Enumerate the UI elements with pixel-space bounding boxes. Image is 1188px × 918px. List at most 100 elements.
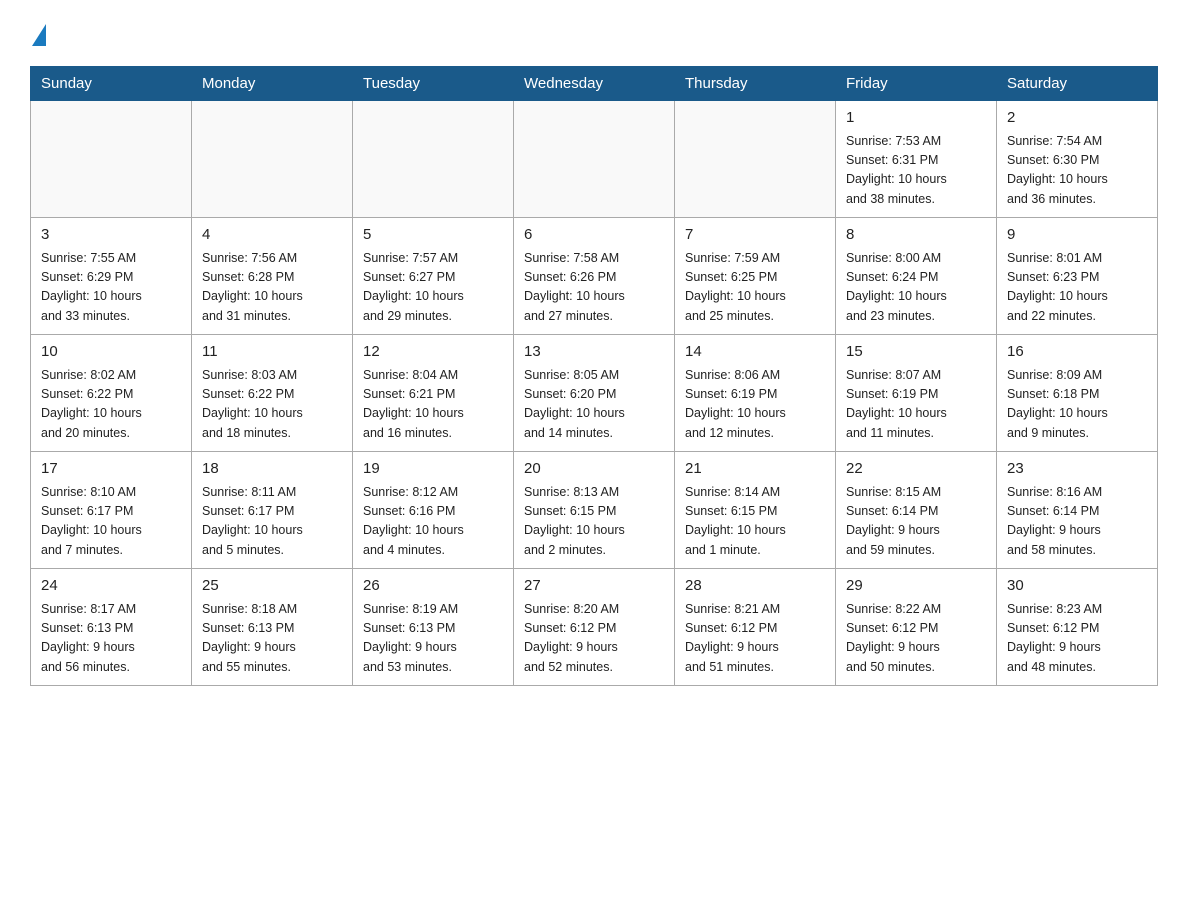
day-info: Sunrise: 7:56 AM Sunset: 6:28 PM Dayligh… [202, 249, 342, 327]
weekday-header-saturday: Saturday [997, 67, 1158, 101]
day-info: Sunrise: 7:57 AM Sunset: 6:27 PM Dayligh… [363, 249, 503, 327]
day-info: Sunrise: 8:18 AM Sunset: 6:13 PM Dayligh… [202, 600, 342, 678]
calendar-week-row: 10Sunrise: 8:02 AM Sunset: 6:22 PM Dayli… [31, 335, 1158, 452]
day-number: 14 [685, 341, 825, 364]
calendar-cell: 11Sunrise: 8:03 AM Sunset: 6:22 PM Dayli… [192, 335, 353, 452]
day-number: 7 [685, 224, 825, 247]
day-number: 25 [202, 575, 342, 598]
calendar-cell: 24Sunrise: 8:17 AM Sunset: 6:13 PM Dayli… [31, 569, 192, 686]
day-info: Sunrise: 7:58 AM Sunset: 6:26 PM Dayligh… [524, 249, 664, 327]
day-number: 21 [685, 458, 825, 481]
day-info: Sunrise: 8:06 AM Sunset: 6:19 PM Dayligh… [685, 366, 825, 444]
calendar-week-row: 1Sunrise: 7:53 AM Sunset: 6:31 PM Daylig… [31, 101, 1158, 218]
day-number: 2 [1007, 107, 1147, 130]
day-number: 8 [846, 224, 986, 247]
calendar-cell: 19Sunrise: 8:12 AM Sunset: 6:16 PM Dayli… [353, 452, 514, 569]
day-number: 6 [524, 224, 664, 247]
day-number: 29 [846, 575, 986, 598]
day-info: Sunrise: 8:09 AM Sunset: 6:18 PM Dayligh… [1007, 366, 1147, 444]
page-header [30, 20, 1158, 46]
calendar-cell: 26Sunrise: 8:19 AM Sunset: 6:13 PM Dayli… [353, 569, 514, 686]
calendar-cell: 9Sunrise: 8:01 AM Sunset: 6:23 PM Daylig… [997, 218, 1158, 335]
day-number: 30 [1007, 575, 1147, 598]
calendar-header-row: SundayMondayTuesdayWednesdayThursdayFrid… [31, 67, 1158, 101]
day-number: 23 [1007, 458, 1147, 481]
calendar-cell: 29Sunrise: 8:22 AM Sunset: 6:12 PM Dayli… [836, 569, 997, 686]
calendar-cell [31, 101, 192, 218]
weekday-header-sunday: Sunday [31, 67, 192, 101]
day-number: 27 [524, 575, 664, 598]
weekday-header-wednesday: Wednesday [514, 67, 675, 101]
day-info: Sunrise: 8:17 AM Sunset: 6:13 PM Dayligh… [41, 600, 181, 678]
calendar-cell: 7Sunrise: 7:59 AM Sunset: 6:25 PM Daylig… [675, 218, 836, 335]
day-number: 1 [846, 107, 986, 130]
calendar-cell: 2Sunrise: 7:54 AM Sunset: 6:30 PM Daylig… [997, 101, 1158, 218]
calendar-cell: 1Sunrise: 7:53 AM Sunset: 6:31 PM Daylig… [836, 101, 997, 218]
day-number: 5 [363, 224, 503, 247]
logo-triangle-icon [32, 24, 46, 46]
day-info: Sunrise: 8:00 AM Sunset: 6:24 PM Dayligh… [846, 249, 986, 327]
day-number: 11 [202, 341, 342, 364]
day-info: Sunrise: 8:14 AM Sunset: 6:15 PM Dayligh… [685, 483, 825, 561]
day-info: Sunrise: 8:16 AM Sunset: 6:14 PM Dayligh… [1007, 483, 1147, 561]
day-info: Sunrise: 7:54 AM Sunset: 6:30 PM Dayligh… [1007, 132, 1147, 210]
day-info: Sunrise: 8:01 AM Sunset: 6:23 PM Dayligh… [1007, 249, 1147, 327]
day-number: 9 [1007, 224, 1147, 247]
calendar-cell: 8Sunrise: 8:00 AM Sunset: 6:24 PM Daylig… [836, 218, 997, 335]
day-number: 17 [41, 458, 181, 481]
day-info: Sunrise: 7:55 AM Sunset: 6:29 PM Dayligh… [41, 249, 181, 327]
calendar-cell [192, 101, 353, 218]
calendar-cell: 20Sunrise: 8:13 AM Sunset: 6:15 PM Dayli… [514, 452, 675, 569]
calendar-cell: 15Sunrise: 8:07 AM Sunset: 6:19 PM Dayli… [836, 335, 997, 452]
day-info: Sunrise: 8:22 AM Sunset: 6:12 PM Dayligh… [846, 600, 986, 678]
day-info: Sunrise: 8:19 AM Sunset: 6:13 PM Dayligh… [363, 600, 503, 678]
calendar-cell: 6Sunrise: 7:58 AM Sunset: 6:26 PM Daylig… [514, 218, 675, 335]
calendar-cell: 17Sunrise: 8:10 AM Sunset: 6:17 PM Dayli… [31, 452, 192, 569]
day-number: 24 [41, 575, 181, 598]
day-info: Sunrise: 8:05 AM Sunset: 6:20 PM Dayligh… [524, 366, 664, 444]
day-info: Sunrise: 8:10 AM Sunset: 6:17 PM Dayligh… [41, 483, 181, 561]
calendar-cell: 22Sunrise: 8:15 AM Sunset: 6:14 PM Dayli… [836, 452, 997, 569]
calendar-cell: 23Sunrise: 8:16 AM Sunset: 6:14 PM Dayli… [997, 452, 1158, 569]
calendar-table: SundayMondayTuesdayWednesdayThursdayFrid… [30, 66, 1158, 686]
calendar-cell: 5Sunrise: 7:57 AM Sunset: 6:27 PM Daylig… [353, 218, 514, 335]
calendar-cell: 3Sunrise: 7:55 AM Sunset: 6:29 PM Daylig… [31, 218, 192, 335]
day-number: 20 [524, 458, 664, 481]
calendar-cell: 4Sunrise: 7:56 AM Sunset: 6:28 PM Daylig… [192, 218, 353, 335]
day-info: Sunrise: 7:53 AM Sunset: 6:31 PM Dayligh… [846, 132, 986, 210]
weekday-header-tuesday: Tuesday [353, 67, 514, 101]
day-info: Sunrise: 8:11 AM Sunset: 6:17 PM Dayligh… [202, 483, 342, 561]
day-number: 18 [202, 458, 342, 481]
day-number: 28 [685, 575, 825, 598]
day-number: 15 [846, 341, 986, 364]
day-info: Sunrise: 8:12 AM Sunset: 6:16 PM Dayligh… [363, 483, 503, 561]
day-info: Sunrise: 8:02 AM Sunset: 6:22 PM Dayligh… [41, 366, 181, 444]
day-number: 4 [202, 224, 342, 247]
calendar-week-row: 3Sunrise: 7:55 AM Sunset: 6:29 PM Daylig… [31, 218, 1158, 335]
calendar-cell [675, 101, 836, 218]
day-number: 26 [363, 575, 503, 598]
day-number: 12 [363, 341, 503, 364]
calendar-cell: 18Sunrise: 8:11 AM Sunset: 6:17 PM Dayli… [192, 452, 353, 569]
day-info: Sunrise: 8:15 AM Sunset: 6:14 PM Dayligh… [846, 483, 986, 561]
day-number: 19 [363, 458, 503, 481]
calendar-cell: 16Sunrise: 8:09 AM Sunset: 6:18 PM Dayli… [997, 335, 1158, 452]
calendar-cell [514, 101, 675, 218]
day-info: Sunrise: 8:23 AM Sunset: 6:12 PM Dayligh… [1007, 600, 1147, 678]
day-info: Sunrise: 8:13 AM Sunset: 6:15 PM Dayligh… [524, 483, 664, 561]
calendar-cell: 30Sunrise: 8:23 AM Sunset: 6:12 PM Dayli… [997, 569, 1158, 686]
weekday-header-thursday: Thursday [675, 67, 836, 101]
calendar-week-row: 24Sunrise: 8:17 AM Sunset: 6:13 PM Dayli… [31, 569, 1158, 686]
day-info: Sunrise: 8:20 AM Sunset: 6:12 PM Dayligh… [524, 600, 664, 678]
weekday-header-monday: Monday [192, 67, 353, 101]
day-number: 3 [41, 224, 181, 247]
weekday-header-friday: Friday [836, 67, 997, 101]
calendar-cell [353, 101, 514, 218]
calendar-cell: 25Sunrise: 8:18 AM Sunset: 6:13 PM Dayli… [192, 569, 353, 686]
calendar-cell: 10Sunrise: 8:02 AM Sunset: 6:22 PM Dayli… [31, 335, 192, 452]
calendar-cell: 12Sunrise: 8:04 AM Sunset: 6:21 PM Dayli… [353, 335, 514, 452]
logo [30, 20, 46, 46]
calendar-cell: 28Sunrise: 8:21 AM Sunset: 6:12 PM Dayli… [675, 569, 836, 686]
calendar-cell: 21Sunrise: 8:14 AM Sunset: 6:15 PM Dayli… [675, 452, 836, 569]
day-info: Sunrise: 8:04 AM Sunset: 6:21 PM Dayligh… [363, 366, 503, 444]
